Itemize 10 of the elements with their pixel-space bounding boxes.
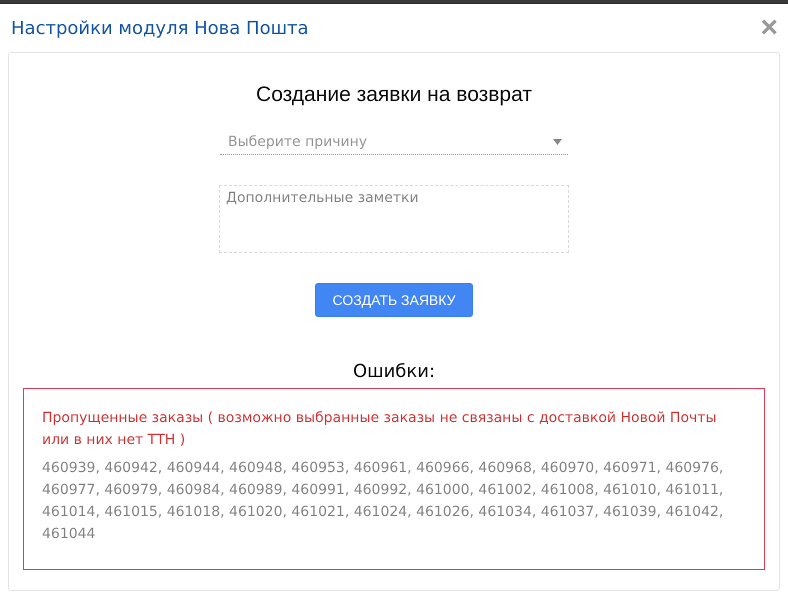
window-title: Настройки модуля Нова Пошта xyxy=(11,18,309,38)
caret-icon xyxy=(553,138,562,144)
close-button[interactable]: × xyxy=(760,13,778,43)
form-heading: Создание заявки на возврат xyxy=(256,83,532,107)
reason-select[interactable]: Выберите причину xyxy=(220,129,568,155)
submit-button[interactable]: СОЗДАТЬ ЗАЯВКУ xyxy=(314,283,474,317)
order-list: 460939, 460942, 460944, 460948, 460953, 460961, 460966, 460968, 460970, 460971, 460976, 460977, 460979, 460984, 460989, 460991, 460992, 461000, 461002, 461008, 461010, 461011, 461014, 461015, 461018, 461020, 461021, 461024, 461026, 461034, 461037, 461039, 461042, 461044 xyxy=(42,457,746,545)
errors-heading: Ошибки: xyxy=(352,361,436,382)
notes-field[interactable]: Дополнительные заметки xyxy=(219,185,569,253)
error-message: Пропущенные заказы ( возможно выбранные заказы не связаны с доставкой Новой Почты или в них нет ТТН ) xyxy=(42,409,718,450)
